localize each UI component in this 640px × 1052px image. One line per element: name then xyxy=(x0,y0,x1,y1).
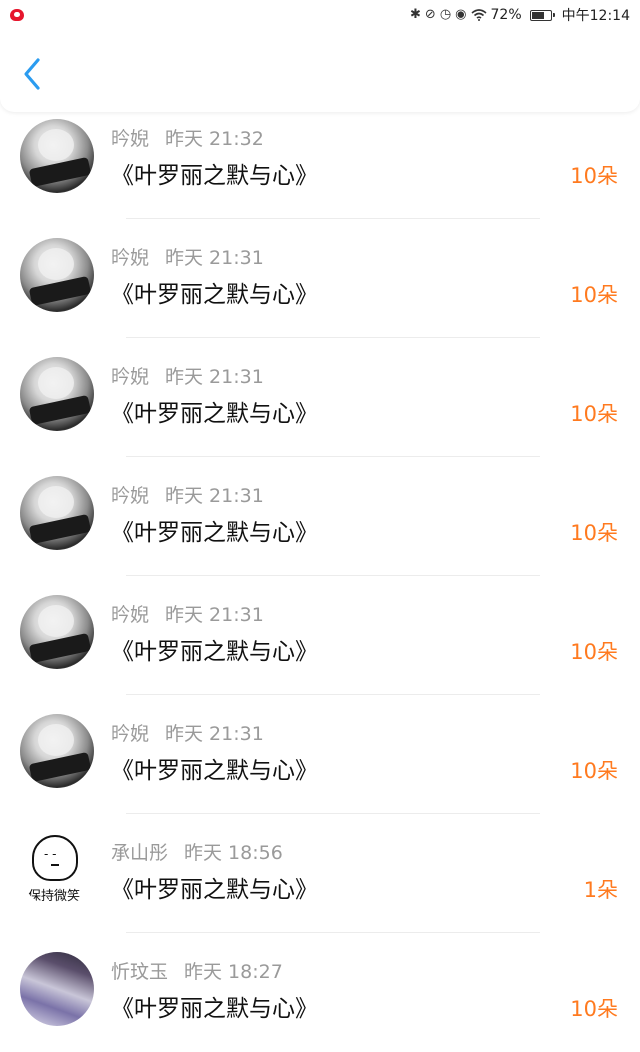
list-item[interactable]: 昑婗 昨天 21:32 《叶罗丽之默与心》 10朵 xyxy=(0,100,640,219)
book-title: 《叶罗丽之默与心》 xyxy=(111,639,318,665)
book-title: 《叶罗丽之默与心》 xyxy=(111,996,318,1022)
list-item[interactable]: 保持微笑 承山彤昨天 18:56 《叶罗丽之默与心》 1朵 xyxy=(0,814,640,933)
flower-count: 10朵 xyxy=(570,640,618,664)
flower-count: 10朵 xyxy=(570,521,618,545)
user-name[interactable]: 昑婗 xyxy=(111,128,149,150)
book-title: 《叶罗丽之默与心》 xyxy=(111,163,318,189)
avatar[interactable] xyxy=(20,714,94,788)
avatar-caption: 保持微笑 xyxy=(28,889,81,904)
user-name[interactable]: 忻玟玉 xyxy=(111,961,168,983)
alarm-icon: ◷ xyxy=(439,7,452,22)
avatar[interactable] xyxy=(20,595,94,669)
status-left xyxy=(10,9,24,21)
user-meta: 昑婗 昨天 21:32 xyxy=(111,124,264,151)
doodle-face-icon xyxy=(32,835,78,881)
user-name[interactable]: 昑婗 xyxy=(111,366,149,388)
user-name[interactable]: 昑婗 xyxy=(111,604,149,626)
user-name[interactable]: 承山彤 xyxy=(111,842,168,864)
flower-count: 10朵 xyxy=(570,402,618,426)
timestamp: 昨天 21:32 xyxy=(165,128,264,150)
bluetooth-icon: ✱ xyxy=(410,7,421,22)
user-name[interactable]: 昑婗 xyxy=(111,485,149,507)
weibo-icon xyxy=(10,9,24,21)
list-item[interactable]: 忻玟玉 昨天 18:27 《叶罗丽之默与心》 10朵 xyxy=(0,933,640,1052)
timestamp: 昨天 21:31 xyxy=(165,485,264,507)
gift-list: 昑婗 昨天 21:32 《叶罗丽之默与心》 10朵 昑婗 昨天 21:31 《叶罗丽… xyxy=(0,100,640,1052)
clock-time: 中午12:14 xyxy=(561,8,630,24)
user-meta: 承山彤 昨天 18:56 xyxy=(111,838,283,865)
list-item[interactable]: 昑婗 昨天 21:31 《叶罗丽之默与心》 10朵 xyxy=(0,219,640,338)
user-name[interactable]: 昑婗 xyxy=(111,723,149,745)
user-meta: 昑婗 昨天 21:31 xyxy=(111,243,264,270)
timestamp: 昨天 21:31 xyxy=(165,247,264,269)
book-title: 《叶罗丽之默与心》 xyxy=(111,877,318,903)
back-button[interactable] xyxy=(18,56,48,92)
timestamp: 昨天 21:31 xyxy=(165,366,264,388)
avatar[interactable] xyxy=(20,476,94,550)
user-meta: 昑婗 昨天 21:31 xyxy=(111,481,264,508)
timestamp: 昨天 18:27 xyxy=(184,961,283,983)
status-bar: ✱ ⊘ ◷ ◉ 72% 中午12:14 xyxy=(0,0,640,30)
battery-icon xyxy=(529,9,555,21)
flower-count: 1朵 xyxy=(583,878,618,902)
header-bar xyxy=(0,30,640,112)
chevron-left-icon xyxy=(24,58,40,90)
flower-count: 10朵 xyxy=(570,164,618,188)
avatar[interactable] xyxy=(20,238,94,312)
timestamp: 昨天 21:31 xyxy=(165,604,264,626)
list-item[interactable]: 昑婗 昨天 21:31 《叶罗丽之默与心》 10朵 xyxy=(0,576,640,695)
book-title: 《叶罗丽之默与心》 xyxy=(111,520,318,546)
user-meta: 忻玟玉 昨天 18:27 xyxy=(111,957,283,984)
battery-percent: 72% xyxy=(490,7,522,23)
avatar[interactable] xyxy=(20,952,94,1026)
timestamp: 昨天 21:31 xyxy=(165,723,264,745)
flower-count: 10朵 xyxy=(570,997,618,1021)
flower-count: 10朵 xyxy=(570,283,618,307)
eye-icon: ◉ xyxy=(455,7,467,22)
book-title: 《叶罗丽之默与心》 xyxy=(111,758,318,784)
user-name[interactable]: 昑婗 xyxy=(111,247,149,269)
avatar[interactable] xyxy=(20,119,94,193)
mute-icon: ⊘ xyxy=(424,7,436,22)
wifi-icon xyxy=(470,9,487,21)
list-item[interactable]: 昑婗 昨天 21:31 《叶罗丽之默与心》 10朵 xyxy=(0,338,640,457)
list-item[interactable]: 昑婗 昨天 21:31 《叶罗丽之默与心》 10朵 xyxy=(0,695,640,814)
user-meta: 昑婗 昨天 21:31 xyxy=(111,719,264,746)
user-meta: 昑婗 昨天 21:31 xyxy=(111,362,264,389)
avatar[interactable]: 保持微笑 xyxy=(20,833,94,907)
flower-count: 10朵 xyxy=(570,759,618,783)
status-right: ✱ ⊘ ◷ ◉ 72% 中午12:14 xyxy=(410,5,630,25)
timestamp: 昨天 18:56 xyxy=(184,842,283,864)
battery-fill xyxy=(531,11,544,19)
book-title: 《叶罗丽之默与心》 xyxy=(111,401,318,427)
avatar[interactable] xyxy=(20,357,94,431)
book-title: 《叶罗丽之默与心》 xyxy=(111,282,318,308)
user-meta: 昑婗 昨天 21:31 xyxy=(111,600,264,627)
list-item[interactable]: 昑婗 昨天 21:31 《叶罗丽之默与心》 10朵 xyxy=(0,457,640,576)
